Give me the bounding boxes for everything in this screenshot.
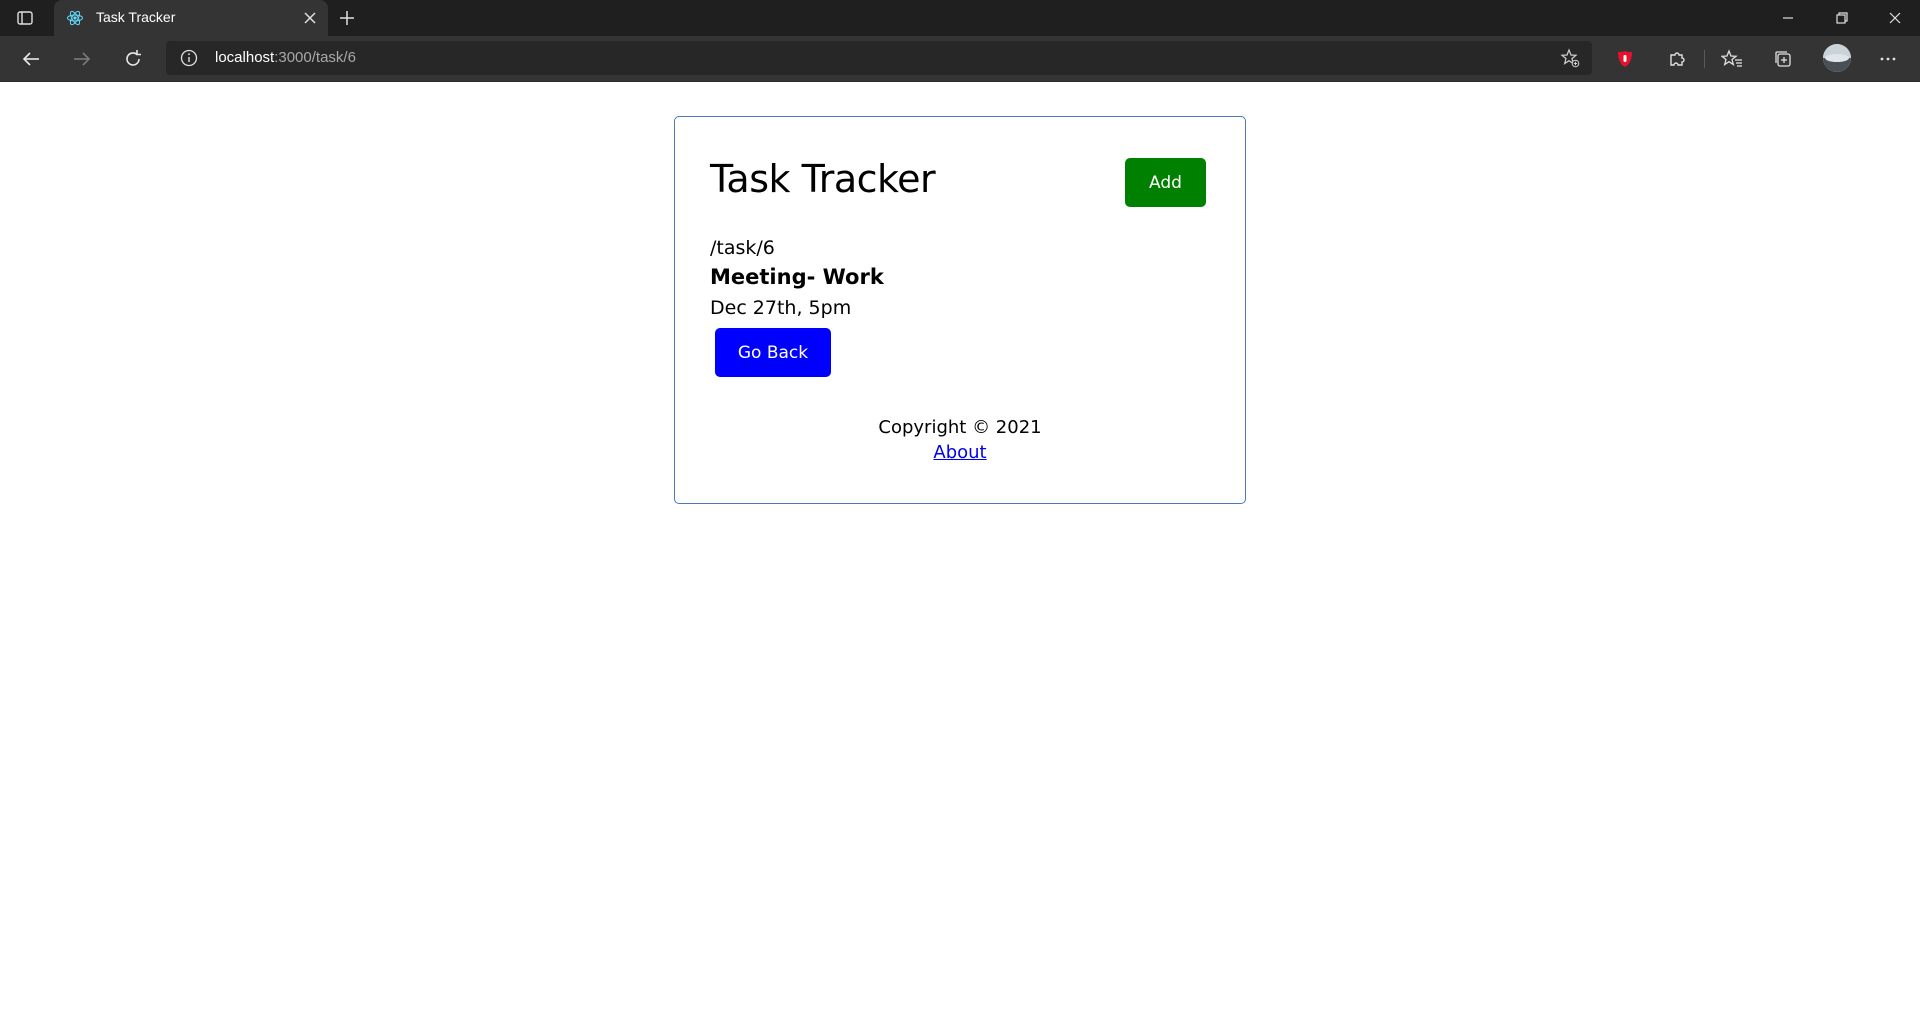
profile-picture [1823, 44, 1851, 72]
app-container: Task Tracker Add /task/6 Meeting- Work D… [674, 116, 1246, 504]
task-day: Dec 27th, 5pm [710, 297, 852, 319]
plus-icon[interactable] [338, 9, 356, 27]
collections-icon[interactable] [1772, 48, 1794, 70]
app-title: Task Tracker [710, 157, 936, 201]
react-icon [67, 10, 83, 26]
go-back-button[interactable]: Go Back [715, 328, 831, 377]
arrow-left-icon[interactable] [20, 48, 42, 70]
browser-tab-active[interactable]: Task Tracker [54, 0, 328, 36]
window-close-icon[interactable] [1887, 10, 1903, 26]
address-bar[interactable]: localhost:3000/task/6 [166, 41, 1592, 75]
tab-title: Task Tracker [96, 9, 176, 25]
add-button[interactable]: Add [1125, 158, 1206, 207]
info-icon[interactable] [180, 49, 198, 67]
arrow-right-icon[interactable] [71, 48, 93, 70]
footer: Copyright © 2021 About [675, 417, 1245, 463]
favorites-icon[interactable] [1721, 48, 1743, 70]
more-icon[interactable] [1877, 48, 1899, 70]
url-path: :3000/task/6 [274, 49, 356, 66]
toolbar-separator [1704, 50, 1705, 68]
avatar[interactable] [1823, 44, 1851, 72]
browser-tab-bar: Task Tracker [0, 0, 1920, 36]
shield-icon[interactable] [1614, 48, 1636, 70]
url-host: localhost [215, 49, 275, 66]
minimize-icon[interactable] [1780, 10, 1796, 26]
close-icon[interactable] [302, 10, 318, 26]
task-path: /task/6 [710, 237, 775, 259]
restore-icon[interactable] [1834, 10, 1850, 26]
url-text[interactable]: localhost:3000/task/6 [215, 49, 356, 66]
tab-actions-icon[interactable] [16, 9, 34, 27]
copyright-text: Copyright © 2021 [878, 417, 1042, 438]
browser-toolbar: localhost:3000/task/6 [0, 36, 1920, 82]
task-title: Meeting- Work [710, 265, 884, 289]
star-add-icon[interactable] [1560, 48, 1580, 68]
about-link[interactable]: About [933, 442, 986, 463]
puzzle-icon[interactable] [1666, 48, 1688, 70]
refresh-icon[interactable] [122, 48, 144, 70]
